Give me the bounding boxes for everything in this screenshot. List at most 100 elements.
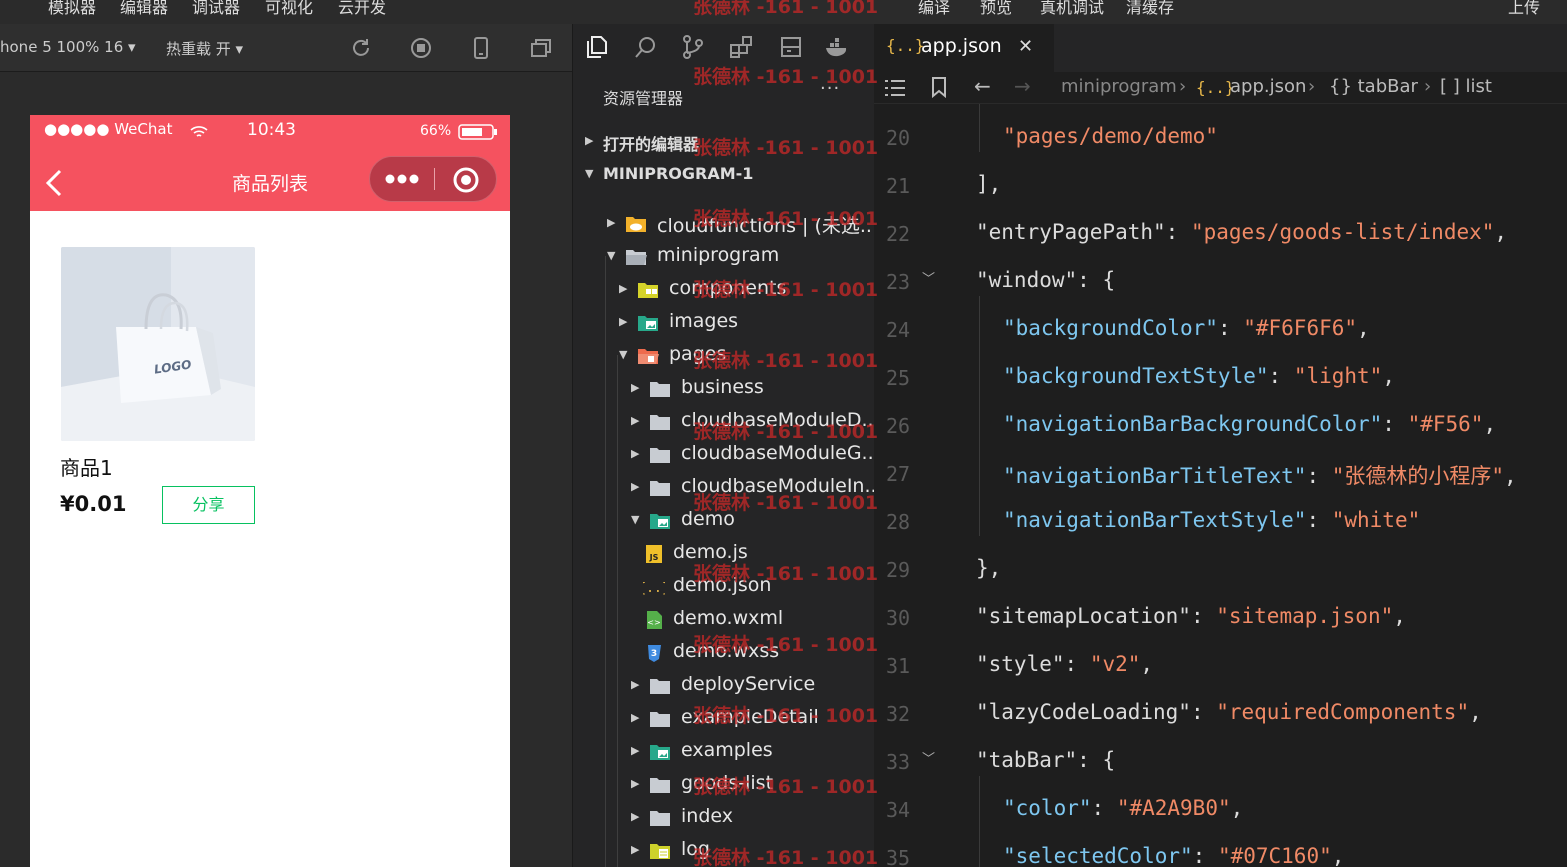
chevron-right-icon[interactable]: ▶ [631, 381, 639, 394]
tree-item-exampledetail[interactable]: ▶ exampleDetail [573, 703, 875, 736]
menu-compile[interactable]: 编译 [918, 0, 950, 18]
chevron-left-icon[interactable] [44, 169, 64, 197]
code-line[interactable]: "window": { [976, 268, 1115, 292]
search-icon[interactable] [633, 34, 659, 60]
chevron-right-icon[interactable]: ▶ [619, 282, 627, 295]
code-line[interactable]: "entryPagePath": "pages/goods-list/index… [976, 220, 1507, 244]
chevron-right-icon[interactable]: ▶ [631, 843, 639, 856]
chevron-down-icon[interactable]: ▼ [619, 348, 627, 361]
code-line[interactable]: ], [976, 172, 1001, 196]
menu-simulator[interactable]: 模拟器 [48, 0, 96, 18]
tree-item-goods-list[interactable]: ▶ goods-list [573, 769, 875, 802]
device-select[interactable]: hone 5 100% 16 ▾ [0, 38, 136, 56]
tree-item-deployservice[interactable]: ▶ deployService [573, 670, 875, 703]
back-arrow-icon[interactable]: ← [974, 74, 991, 98]
breadcrumb-file[interactable]: app.json [1230, 76, 1306, 97]
chevron-down-icon[interactable]: ▼ [607, 249, 615, 262]
section-open-editors[interactable]: ▶ 打开的编辑器 [573, 126, 875, 159]
menu-clear-cache[interactable]: 清缓存 [1126, 0, 1174, 18]
chevron-right-icon[interactable]: ▶ [631, 777, 639, 790]
chevron-down-icon[interactable]: ▼ [631, 513, 639, 526]
docker-icon[interactable] [824, 34, 850, 60]
source-control-icon[interactable] [680, 34, 706, 60]
code-line[interactable]: "color": "#A2A9B0", [1003, 796, 1243, 820]
chevron-right-icon[interactable]: ▶ [631, 414, 639, 427]
breadcrumb-object[interactable]: {} tabBar [1329, 76, 1418, 97]
chevron-right-icon[interactable]: ▶ [607, 216, 615, 229]
menu-bar: 模拟器 编辑器 调试器 可视化 云开发 编译 预览 真机调试 清缓存 上传 [0, 0, 1567, 24]
tree-item-miniprogram[interactable]: ▼ miniprogram [573, 241, 875, 274]
tree-item-log[interactable]: ▶ log [573, 835, 875, 867]
list-icon[interactable] [884, 78, 906, 98]
code-line[interactable]: "backgroundTextStyle": "light", [1003, 364, 1395, 388]
breadcrumb-root[interactable]: miniprogram [1061, 76, 1177, 97]
menu-visual[interactable]: 可视化 [265, 0, 313, 18]
tab-app-json[interactable]: {..} app.json ✕ [874, 24, 1054, 72]
code-line[interactable]: "lazyCodeLoading": "requiredComponents", [976, 700, 1482, 724]
fold-chevron-icon[interactable]: ﹀ [922, 748, 935, 767]
tree-item-demo-wxss[interactable]: 3 demo.wxss [573, 637, 875, 670]
extensions-icon[interactable] [728, 34, 754, 60]
stop-icon[interactable] [409, 36, 433, 60]
product-image[interactable]: LOGO [61, 247, 255, 441]
storage-icon[interactable] [778, 34, 804, 60]
tree-item-examples[interactable]: ▶ examples [573, 736, 875, 769]
tree-item-index[interactable]: ▶ index [573, 802, 875, 835]
menu-debugger[interactable]: 调试器 [192, 0, 240, 18]
menu-upload[interactable]: 上传 [1508, 0, 1540, 18]
code-line[interactable]: "pages/demo/demo" [1003, 124, 1218, 148]
close-icon[interactable]: ✕ [1018, 36, 1033, 57]
tree-item-demo-json[interactable]: {..} demo.json [573, 571, 875, 604]
close-target-icon[interactable] [452, 166, 480, 194]
breadcrumb-array[interactable]: [ ] list [1440, 76, 1492, 97]
code-line[interactable]: "backgroundColor": "#F6F6F6", [1003, 316, 1370, 340]
tree-item-business[interactable]: ▶ business [573, 373, 875, 406]
phone-icon[interactable] [469, 36, 493, 60]
tree-item-cloudbasemoduleg[interactable]: ▶ cloudbaseModuleG... [573, 439, 875, 472]
code-line[interactable]: "sitemapLocation": "sitemap.json", [976, 604, 1406, 628]
chevron-right-icon[interactable]: ▶ [631, 480, 639, 493]
code-line[interactable]: "navigationBarBackgroundColor": "#F56", [1003, 412, 1496, 436]
section-project[interactable]: ▼ MINIPROGRAM-1 [573, 159, 875, 192]
menu-editor[interactable]: 编辑器 [120, 0, 168, 18]
menu-cloud[interactable]: 云开发 [338, 0, 386, 18]
folder-icon [649, 775, 671, 795]
chevron-right-icon[interactable]: ▶ [631, 711, 639, 724]
tree-item-cloudbasemodulein[interactable]: ▶ cloudbaseModuleIn... [573, 472, 875, 505]
code-line[interactable]: "tabBar": { [976, 748, 1115, 772]
tree-item-images[interactable]: ▶ images [573, 307, 875, 340]
hot-reload-toggle[interactable]: 热重载 开 ▾ [166, 38, 243, 59]
chevron-right-icon[interactable]: ▶ [631, 744, 639, 757]
code-line[interactable]: }, [976, 556, 1001, 580]
window-icon[interactable] [529, 36, 553, 60]
chevron-right-icon[interactable]: ▶ [631, 447, 639, 460]
chevron-right-icon[interactable]: ▶ [631, 810, 639, 823]
chevron-right-icon[interactable]: ▶ [619, 315, 627, 328]
more-dots-icon[interactable] [384, 172, 420, 186]
tree-item-label: cloudbaseModuleG... [681, 442, 875, 464]
code-line[interactable]: "selectedColor": "#07C160", [1003, 844, 1344, 867]
folder-components-icon [637, 280, 659, 300]
chevron-right-icon[interactable]: ▶ [631, 678, 639, 691]
files-icon[interactable] [584, 34, 610, 60]
tree-item-demo-wxml[interactable]: <> demo.wxml [573, 604, 875, 637]
tree-item-demo-js[interactable]: JS demo.js [573, 538, 875, 571]
tree-item-pages[interactable]: ▼ pages [573, 340, 875, 373]
tree-item-label: cloudbaseModuleD... [681, 409, 875, 431]
code-line[interactable]: "style": "v2", [976, 652, 1153, 676]
menu-preview[interactable]: 预览 [980, 0, 1012, 18]
refresh-icon[interactable] [349, 36, 373, 60]
tree-item-components[interactable]: ▶ components [573, 274, 875, 307]
fold-chevron-icon[interactable]: ﹀ [922, 268, 935, 287]
code-line[interactable]: "navigationBarTitleText": "张德林的小程序", [1003, 460, 1517, 490]
tree-item-cloudbasemoduled[interactable]: ▶ cloudbaseModuleD... [573, 406, 875, 439]
bookmark-icon[interactable] [931, 76, 947, 98]
tree-item-cloudfunctions[interactable]: ▶ cloudfunctions | (未选... [573, 208, 875, 241]
share-button[interactable]: 分享 [162, 486, 255, 524]
menu-device-debug[interactable]: 真机调试 [1040, 0, 1104, 18]
explorer-more-button[interactable]: ··· [820, 78, 840, 99]
code-line[interactable]: "navigationBarTextStyle": "white" [1003, 508, 1420, 532]
code-token: : [1190, 700, 1217, 724]
tree-item-demo[interactable]: ▼ demo [573, 505, 875, 538]
forward-arrow-icon[interactable]: → [1014, 74, 1031, 98]
